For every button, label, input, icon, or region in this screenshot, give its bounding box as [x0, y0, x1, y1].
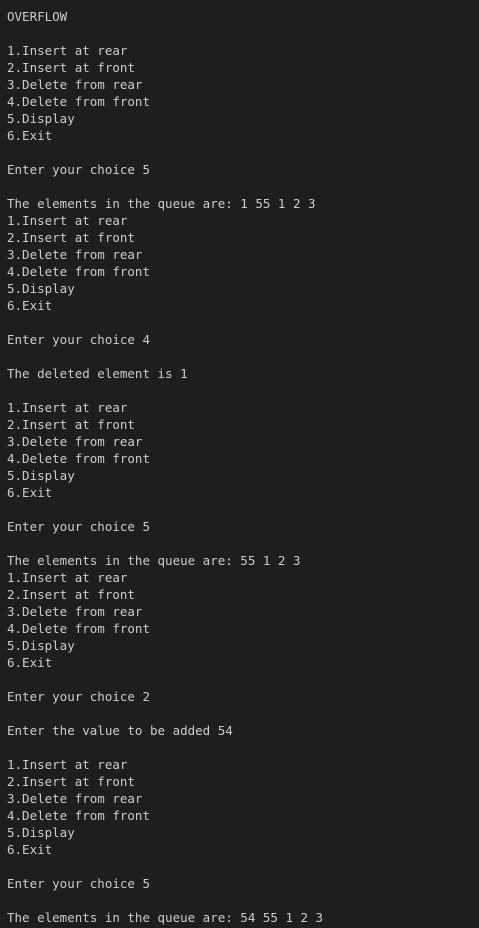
terminal-line: 1.Insert at rear — [7, 757, 128, 772]
terminal-line: 2.Insert at front — [7, 587, 135, 602]
terminal-line: Enter your choice 2 — [7, 689, 150, 704]
terminal-line: 4.Delete from front — [7, 808, 150, 823]
terminal-line: 3.Delete from rear — [7, 434, 143, 449]
terminal-line: 5.Display — [7, 111, 75, 126]
terminal-line: Enter your choice 5 — [7, 162, 150, 177]
terminal-line: 4.Delete from front — [7, 264, 150, 279]
terminal-line: The elements in the queue are: 55 1 2 3 — [7, 553, 301, 568]
terminal-line: 4.Delete from front — [7, 451, 150, 466]
terminal-line: 2.Insert at front — [7, 774, 135, 789]
terminal-line: 6.Exit — [7, 485, 53, 500]
terminal-line: 5.Display — [7, 281, 75, 296]
terminal-line: The elements in the queue are: 54 55 1 2… — [7, 910, 324, 925]
terminal-line: 2.Insert at front — [7, 417, 135, 432]
terminal-line: 6.Exit — [7, 655, 53, 670]
terminal-line: 6.Exit — [7, 298, 53, 313]
terminal-line: 5.Display — [7, 468, 75, 483]
terminal-line: 3.Delete from rear — [7, 791, 143, 806]
terminal-line: 4.Delete from front — [7, 621, 150, 636]
terminal-line: 5.Display — [7, 638, 75, 653]
terminal-line: 1.Insert at rear — [7, 213, 128, 228]
terminal-line: Enter your choice 5 — [7, 519, 150, 534]
terminal-line: 5.Display — [7, 825, 75, 840]
terminal-output[interactable]: OVERFLOW 1.Insert at rear 2.Insert at fron… — [0, 0, 479, 928]
terminal-line: 3.Delete from rear — [7, 77, 143, 92]
terminal-line: 2.Insert at front — [7, 60, 135, 75]
terminal-line: 3.Delete from rear — [7, 247, 143, 262]
terminal-line: 2.Insert at front — [7, 230, 135, 245]
terminal-line: 1.Insert at rear — [7, 400, 128, 415]
terminal-line: 6.Exit — [7, 842, 53, 857]
terminal-line: 3.Delete from rear — [7, 604, 143, 619]
terminal-line: OVERFLOW — [7, 9, 68, 24]
terminal-line: 6.Exit — [7, 128, 53, 143]
terminal-line: Enter your choice 4 — [7, 332, 150, 347]
terminal-line: 1.Insert at rear — [7, 43, 128, 58]
terminal-line: 1.Insert at rear — [7, 570, 128, 585]
terminal-line: The elements in the queue are: 1 55 1 2 … — [7, 196, 316, 211]
terminal-line: The deleted element is 1 — [7, 366, 188, 381]
terminal-line: 4.Delete from front — [7, 94, 150, 109]
terminal-line: Enter your choice 5 — [7, 876, 150, 891]
terminal-line: Enter the value to be added 54 — [7, 723, 233, 738]
